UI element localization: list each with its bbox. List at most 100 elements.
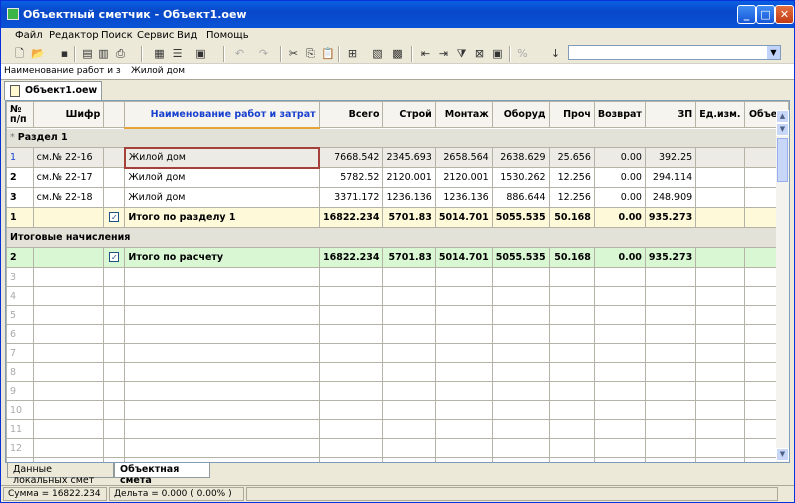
- section-total-row[interactable]: 1 ✓ Итого по разделу 1 16822.234 5701.83…: [6, 207, 789, 228]
- empty-cell[interactable]: [124, 267, 320, 287]
- empty-row[interactable]: 3: [6, 267, 789, 287]
- build-cell[interactable]: 2345.693: [382, 147, 436, 168]
- empty-cell[interactable]: [434, 400, 493, 420]
- empty-cell[interactable]: [491, 381, 550, 401]
- total-cell[interactable]: 3371.172: [318, 187, 384, 208]
- return-cell[interactable]: 0.00: [593, 187, 646, 208]
- empty-cell[interactable]: [491, 267, 550, 287]
- empty-cell[interactable]: [382, 267, 436, 287]
- empty-cell[interactable]: [695, 324, 745, 344]
- other-cell[interactable]: 50.168: [548, 207, 595, 228]
- mount-cell[interactable]: 1236.136: [434, 187, 493, 208]
- menu-search[interactable]: Поиск: [101, 30, 133, 41]
- menu-file[interactable]: Файл: [15, 30, 43, 41]
- menu-view[interactable]: Вид: [177, 30, 197, 41]
- preview-icon[interactable]: ▥: [97, 47, 110, 60]
- empty-cell[interactable]: [124, 381, 320, 401]
- empty-cell[interactable]: [695, 400, 745, 420]
- unit-cell[interactable]: [695, 167, 745, 188]
- empty-cell[interactable]: [644, 438, 697, 458]
- empty-cell[interactable]: [124, 343, 320, 363]
- vertical-scrollbar[interactable]: ▲ ▼ ▼: [776, 110, 789, 462]
- check-cell[interactable]: [103, 147, 126, 168]
- properties-icon[interactable]: ▦: [153, 47, 166, 60]
- col-header-code[interactable]: Шифр: [32, 101, 105, 128]
- zp-cell[interactable]: 294.114: [644, 167, 697, 188]
- empty-cell[interactable]: [695, 438, 745, 458]
- search-combo[interactable]: ▼: [568, 45, 781, 60]
- empty-cell[interactable]: [103, 419, 126, 439]
- cut-icon[interactable]: ✂: [287, 47, 300, 60]
- empty-cell[interactable]: [593, 419, 646, 439]
- empty-cell[interactable]: [318, 343, 384, 363]
- save-icon[interactable]: ▪: [58, 47, 71, 60]
- mark-icon[interactable]: ⊠: [473, 47, 486, 60]
- table-row[interactable]: 1 см.№ 22-16 Жилой дом 7668.542 2345.693…: [6, 146, 789, 169]
- empty-cell[interactable]: [124, 305, 320, 325]
- empty-cell[interactable]: [32, 267, 105, 287]
- table-row[interactable]: 3 см.№ 22-18 Жилой дом 3371.172 1236.136…: [6, 187, 789, 208]
- empty-cell[interactable]: [382, 438, 436, 458]
- empty-cell[interactable]: [318, 438, 384, 458]
- empty-cell[interactable]: [593, 400, 646, 420]
- equip-cell[interactable]: 1530.262: [491, 167, 550, 188]
- mount-cell[interactable]: 2658.564: [434, 147, 493, 168]
- empty-cell[interactable]: [695, 305, 745, 325]
- empty-cell[interactable]: [434, 419, 493, 439]
- empty-cell[interactable]: [318, 324, 384, 344]
- empty-cell[interactable]: [548, 286, 595, 306]
- empty-cell[interactable]: [491, 362, 550, 382]
- other-cell[interactable]: 12.256: [548, 167, 595, 188]
- cell-value-field[interactable]: Жилой дом: [131, 66, 185, 76]
- unit-cell[interactable]: [695, 187, 745, 208]
- empty-cell[interactable]: [382, 419, 436, 439]
- unit-cell[interactable]: [695, 247, 745, 268]
- unit-cell[interactable]: [695, 147, 745, 168]
- code-cell[interactable]: [32, 207, 105, 228]
- print-icon[interactable]: ⎙: [114, 47, 127, 60]
- col-header-build[interactable]: Строй: [382, 101, 436, 128]
- empty-cell[interactable]: [548, 381, 595, 401]
- code-cell[interactable]: см.№ 22-16: [32, 147, 105, 168]
- window-icon[interactable]: ▣: [194, 47, 207, 60]
- empty-cell[interactable]: [318, 400, 384, 420]
- empty-cell[interactable]: [695, 381, 745, 401]
- name-cell[interactable]: Итого по расчету: [124, 247, 320, 268]
- empty-row[interactable]: 11: [6, 419, 789, 439]
- calc-icon[interactable]: ▣: [491, 47, 504, 60]
- equip-cell[interactable]: 5055.535: [491, 247, 550, 268]
- other-cell[interactable]: 50.168: [548, 247, 595, 268]
- empty-cell[interactable]: [434, 438, 493, 458]
- empty-cell[interactable]: [644, 324, 697, 344]
- scroll-thumb[interactable]: [777, 138, 788, 182]
- empty-cell[interactable]: [103, 400, 126, 420]
- empty-cell[interactable]: [434, 267, 493, 287]
- return-cell[interactable]: 0.00: [593, 147, 646, 168]
- empty-cell[interactable]: [548, 438, 595, 458]
- list-icon[interactable]: ☰: [171, 47, 184, 60]
- percent-icon[interactable]: %: [516, 47, 529, 60]
- empty-cell[interactable]: [548, 419, 595, 439]
- col-header-unit[interactable]: Ед.изм.: [695, 101, 745, 128]
- other-cell[interactable]: 12.256: [548, 187, 595, 208]
- empty-cell[interactable]: [103, 362, 126, 382]
- insert-row-icon[interactable]: ⊞: [346, 47, 359, 60]
- empty-cell[interactable]: [644, 343, 697, 363]
- empty-cell[interactable]: [593, 324, 646, 344]
- empty-cell[interactable]: [593, 305, 646, 325]
- empty-cell[interactable]: [382, 400, 436, 420]
- add-column-icon[interactable]: ▧: [371, 47, 384, 60]
- empty-cell[interactable]: [318, 419, 384, 439]
- undo-icon[interactable]: ↶: [233, 47, 246, 60]
- empty-row[interactable]: 6: [6, 324, 789, 344]
- book-icon[interactable]: ▤: [81, 47, 94, 60]
- close-button[interactable]: ✕: [775, 5, 794, 24]
- empty-row[interactable]: 9: [6, 381, 789, 401]
- empty-cell[interactable]: [103, 381, 126, 401]
- empty-cell[interactable]: [548, 362, 595, 382]
- total-cell[interactable]: 5782.52: [318, 167, 384, 188]
- sort-icon[interactable]: ↓: [549, 47, 562, 60]
- empty-cell[interactable]: [548, 343, 595, 363]
- totals-header-row[interactable]: Итоговые начисления: [6, 227, 789, 248]
- col-header-name[interactable]: Наименование работ и затрат: [124, 101, 320, 129]
